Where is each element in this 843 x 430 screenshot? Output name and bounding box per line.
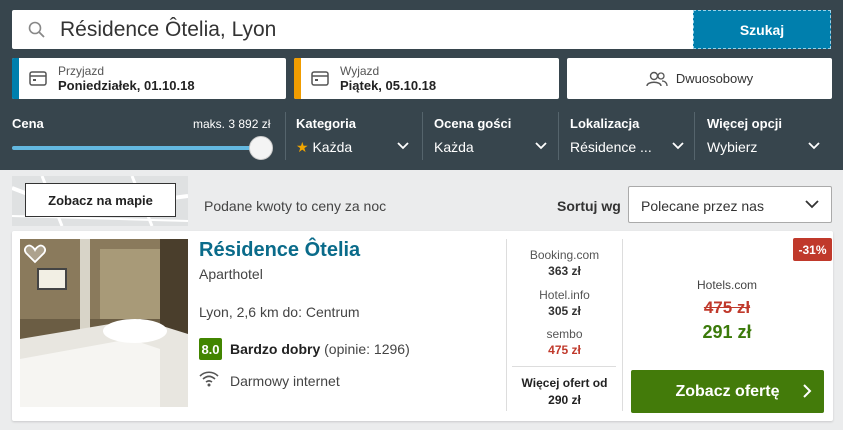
rating-filter-value[interactable]: Każda [434,139,474,155]
search-input-value: Résidence Ôtelia, Lyon [60,18,277,41]
more-offers-link[interactable]: Więcej ofert od 290 zł [507,376,622,407]
card-divider [622,239,623,411]
filter-divider [285,112,286,160]
room-type-label: Dwuosobowy [675,71,754,86]
favorite-heart-icon[interactable] [24,244,46,269]
sort-select[interactable]: Polecane przez nas [628,186,832,223]
new-price: 291 zł [702,322,752,342]
offer-site: Booking.com [529,248,600,262]
filter-divider [422,112,423,160]
offer-price: 363 zł [548,264,581,278]
price-max-label: maks. 3 892 zł [193,117,271,131]
search-button[interactable]: Szukaj [693,10,831,49]
filter-divider [558,112,559,160]
offer-site: sembo [546,327,583,341]
location-filter-label: Lokalizacja [570,116,640,131]
category-filter-label: Kategoria [296,116,356,131]
price-filter-label: Cena [12,116,44,131]
sort-label: Sortuj wg [557,198,621,214]
offer-row[interactable]: Hotel.info 305 zł [507,288,622,318]
more-options-value[interactable]: Wybierz [707,139,757,155]
checkin-label: Przyjazd [58,64,105,78]
checkout-label: Wyjazd [340,64,380,78]
checkout-color-bar [294,58,301,99]
amenity-label: Darmowy internet [230,373,340,389]
price-slider-track[interactable] [12,146,262,150]
more-offers-label: Więcej ofert od [521,376,608,390]
hotel-location: Lyon, 2,6 km do: Centrum [199,304,360,320]
checkin-color-bar [12,58,19,99]
rating-count: (opinie: 1296) [324,341,410,357]
wifi-icon [199,371,219,392]
checkout-date-field[interactable]: Wyjazd Piątek, 05.10.18 [294,58,559,99]
checkout-value: Piątek, 05.10.18 [340,78,437,93]
location-filter-value[interactable]: Résidence ... [570,139,652,155]
best-offer-site: Hotels.com [696,278,758,292]
checkin-value: Poniedziałek, 01.10.18 [58,78,195,93]
calendar-icon [311,70,329,91]
star-icon: ★ [296,139,309,155]
offer-price: 475 zł [548,343,581,357]
rating-score-badge: 8.0 [199,338,222,360]
chevron-down-icon [397,142,409,150]
discount-badge: -31% [793,238,832,261]
category-filter[interactable]: ★ Każda [296,139,352,156]
search-input[interactable]: Résidence Ôtelia, Lyon [12,10,693,49]
offer-price: 305 zł [548,304,581,318]
more-options-label: Więcej opcji [707,116,783,131]
chevron-down-icon [808,142,820,150]
offer-row[interactable]: Booking.com 363 zł [507,248,622,278]
rating-summary: Bardzo dobry (opinie: 1296) [230,341,410,357]
view-offer-label: Zobacz ofertę [675,382,780,400]
filter-divider [694,112,695,160]
calendar-icon [29,70,47,91]
more-offers-price: 290 zł [548,393,581,407]
offer-site: Hotel.info [539,288,590,302]
hotel-type: Aparthotel [199,266,263,282]
chevron-down-icon [805,200,819,209]
chevron-right-icon [803,384,812,398]
show-map-button[interactable]: Zobacz na mapie [25,183,176,217]
sort-select-value: Polecane przez nas [641,198,764,214]
checkin-date-field[interactable]: Przyjazd Poniedziałek, 01.10.18 [12,58,286,99]
hotel-name[interactable]: Résidence Ôtelia [199,239,360,262]
guests-icon [646,71,668,86]
offer-row[interactable]: sembo 475 zł [507,327,622,357]
chevron-down-icon [535,142,547,150]
search-icon [28,21,46,44]
category-filter-value: Każda [312,139,353,155]
view-offer-button[interactable]: Zobacz ofertę [631,370,824,413]
old-price: 475 zł [703,298,751,317]
room-type-selector[interactable]: Dwuosobowy [567,58,832,99]
chevron-down-icon [672,142,684,150]
offer-divider [512,366,616,367]
rating-label: Bardzo dobry [230,341,321,357]
price-slider-handle[interactable] [249,136,273,160]
price-notice: Podane kwoty to ceny za noc [204,198,387,214]
rating-filter-label: Ocena gości [434,116,512,131]
